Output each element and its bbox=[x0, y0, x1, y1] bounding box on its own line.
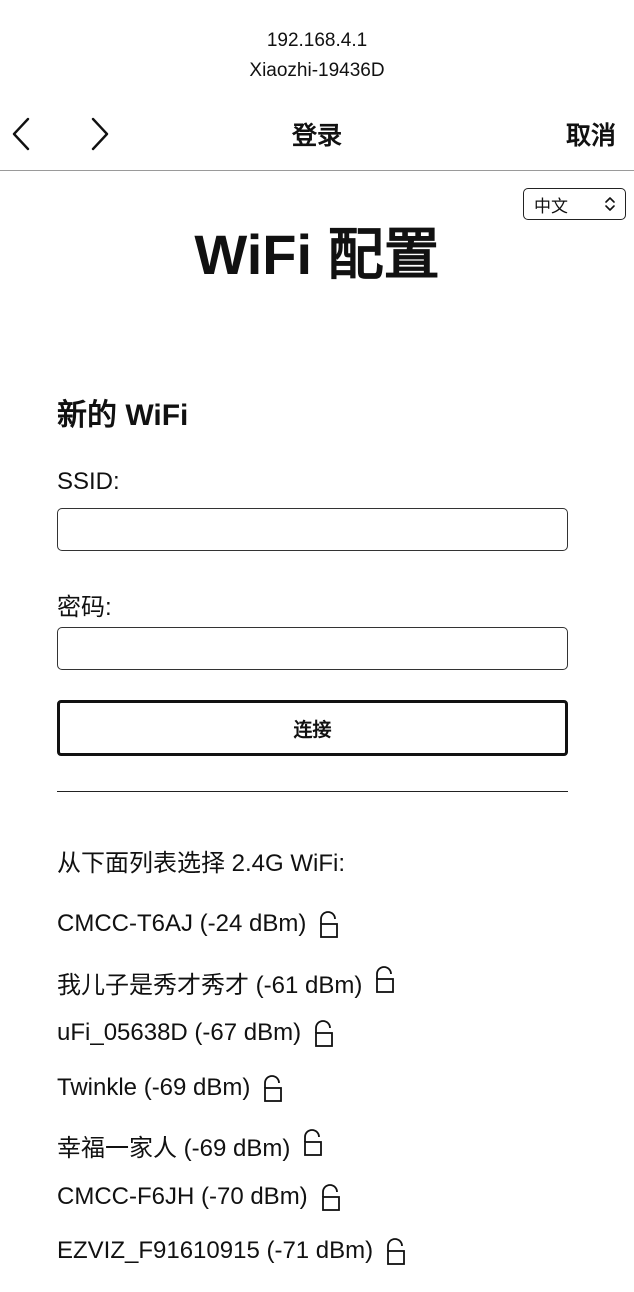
host-ip: 192.168.4.1 bbox=[266, 30, 368, 51]
browser-header: 192.168.4.1 Xiaozhi-19436D 登录 取消 bbox=[0, 0, 634, 171]
lock-icon bbox=[376, 965, 395, 993]
lock-icon bbox=[320, 911, 339, 938]
wifi-item[interactable]: CMCC-F6JH (-70 dBm) bbox=[57, 1183, 407, 1238]
wifi-name: CMCC-F6JH (-70 dBm) bbox=[57, 1182, 308, 1210]
lock-icon bbox=[304, 1129, 323, 1156]
page-title: WiFi 配置 bbox=[194, 223, 440, 286]
wifi-item[interactable]: uFi_05638D (-67 dBm) bbox=[57, 1019, 407, 1074]
lock-icon bbox=[321, 1183, 340, 1211]
ssid-input[interactable] bbox=[57, 508, 568, 551]
connect-button-label: 连接 bbox=[293, 719, 332, 741]
wifi-list-heading: 从下面列表选择 2.4G WiFi: bbox=[57, 850, 346, 877]
ssid-label: SSID: bbox=[57, 468, 120, 495]
wifi-name: Twinkle (-69 dBm) bbox=[57, 1073, 251, 1101]
wifi-item[interactable]: 我儿子是秀才秀才 (-61 dBm) bbox=[57, 965, 407, 1020]
wifi-name: 我儿子是秀才秀才 (-61 dBm) bbox=[57, 971, 363, 999]
lock-icon bbox=[387, 1238, 406, 1265]
wifi-name: EZVIZ_F91610915 (-71 dBm) bbox=[57, 1237, 374, 1264]
password-label: 密码: bbox=[57, 594, 112, 621]
lock-icon bbox=[264, 1074, 283, 1102]
wifi-name: 幸福一家人 (-69 dBm) bbox=[57, 1135, 291, 1162]
wifi-item[interactable]: EZVIZ_F91610915 (-71 dBm) bbox=[57, 1237, 407, 1292]
cancel-button[interactable]: 取消 bbox=[566, 116, 616, 152]
host-name: Xiaozhi-19436D bbox=[249, 60, 385, 81]
new-wifi-heading: 新的 WiFi bbox=[57, 399, 189, 432]
connect-button[interactable]: 连接 bbox=[57, 700, 568, 756]
wifi-name: uFi_05638D (-67 dBm) bbox=[57, 1019, 302, 1046]
wifi-item[interactable]: 幸福一家人 (-69 dBm) bbox=[57, 1128, 407, 1183]
wifi-list: CMCC-T6AJ (-24 dBm) 我儿子是秀才秀才 (-61 dBm) u… bbox=[57, 910, 407, 1292]
nav-title: 登录 bbox=[291, 122, 342, 150]
wifi-item[interactable]: Twinkle (-69 dBm) bbox=[57, 1074, 407, 1129]
password-input[interactable] bbox=[57, 627, 568, 670]
wifi-name: CMCC-T6AJ (-24 dBm) bbox=[57, 910, 307, 937]
lock-icon bbox=[315, 1020, 334, 1047]
wifi-item[interactable]: CMCC-T6AJ (-24 dBm) bbox=[57, 910, 407, 965]
divider bbox=[57, 791, 568, 792]
